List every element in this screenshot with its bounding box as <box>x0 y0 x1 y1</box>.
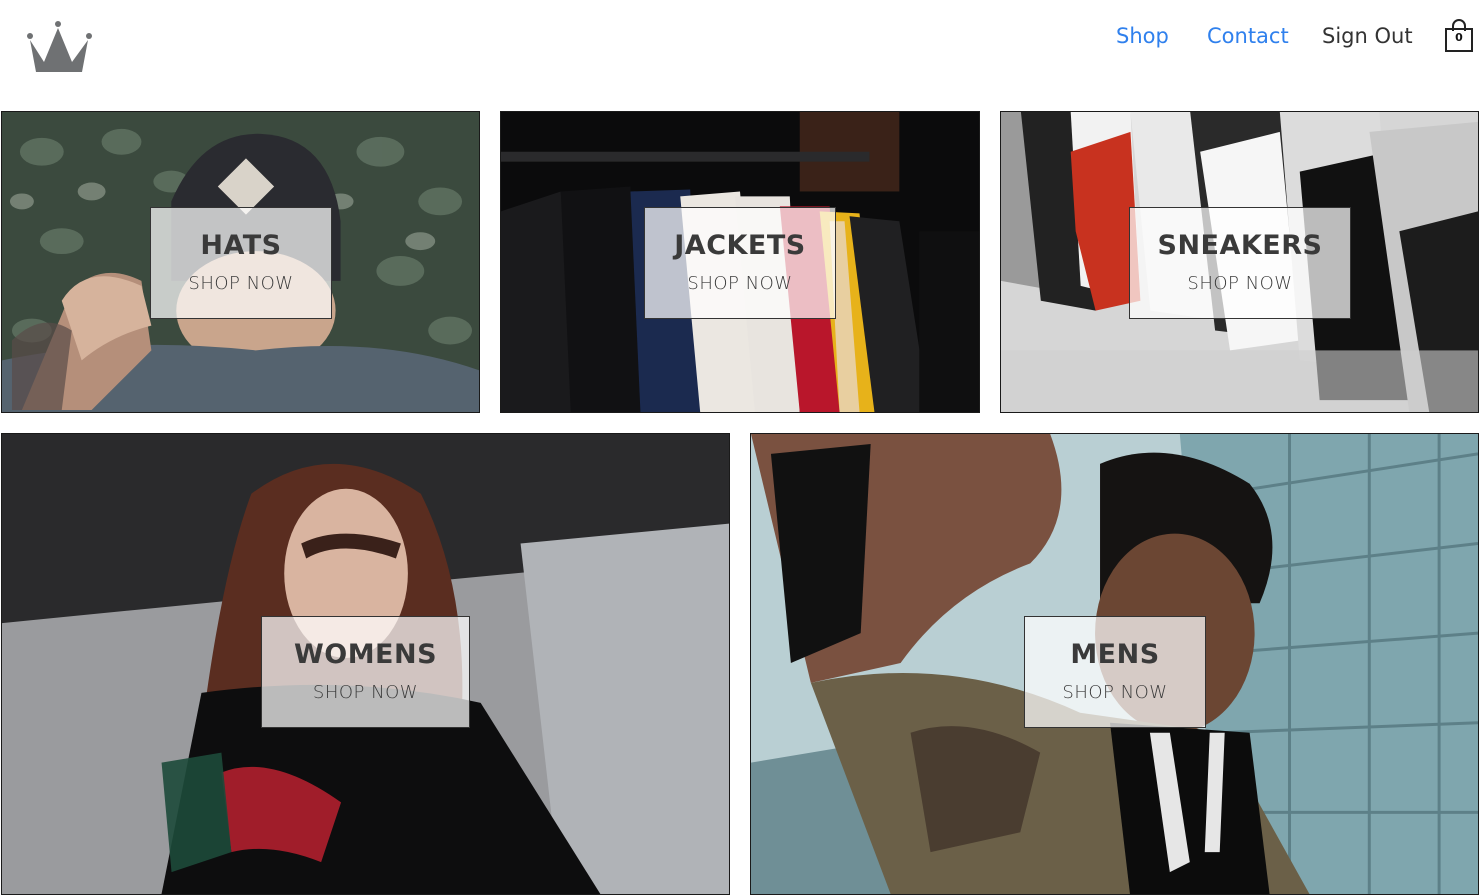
category-label-jackets[interactable]: JACKETS SHOP NOW <box>644 207 836 319</box>
category-title: JACKETS <box>674 230 806 261</box>
cart-button[interactable]: 0 <box>1443 19 1475 53</box>
category-title: SNEAKERS <box>1157 230 1323 261</box>
shop-now-link[interactable]: SHOP NOW <box>645 272 835 296</box>
nav-shop-link[interactable]: Shop <box>1116 22 1169 50</box>
crown-icon[interactable] <box>22 20 96 74</box>
category-tile-hats[interactable]: HATS SHOP NOW <box>1 111 480 413</box>
nav-contact-link[interactable]: Contact <box>1207 22 1289 50</box>
shop-now-link[interactable]: SHOP NOW <box>1025 681 1205 705</box>
category-title: MENS <box>1070 639 1160 670</box>
category-label-mens[interactable]: MENS SHOP NOW <box>1024 616 1206 728</box>
category-label-sneakers[interactable]: SNEAKERS SHOP NOW <box>1129 207 1351 319</box>
category-tile-womens[interactable]: WOMENS SHOP NOW <box>1 433 730 895</box>
category-label-hats[interactable]: HATS SHOP NOW <box>150 207 332 319</box>
shop-now-link[interactable]: SHOP NOW <box>1130 272 1350 296</box>
site-header: Shop Contact Sign Out 0 <box>0 0 1479 100</box>
category-title: HATS <box>200 230 282 261</box>
cart-count: 0 <box>1455 31 1463 44</box>
category-title: WOMENS <box>293 639 438 670</box>
shop-now-link[interactable]: SHOP NOW <box>151 272 331 296</box>
category-tile-jackets[interactable]: JACKETS SHOP NOW <box>500 111 980 413</box>
category-label-womens[interactable]: WOMENS SHOP NOW <box>261 616 470 728</box>
category-tile-mens[interactable]: MENS SHOP NOW <box>750 433 1479 895</box>
nav-signout-link[interactable]: Sign Out <box>1322 22 1413 50</box>
shop-now-link[interactable]: SHOP NOW <box>262 681 469 705</box>
category-tile-sneakers[interactable]: SNEAKERS SHOP NOW <box>1000 111 1479 413</box>
